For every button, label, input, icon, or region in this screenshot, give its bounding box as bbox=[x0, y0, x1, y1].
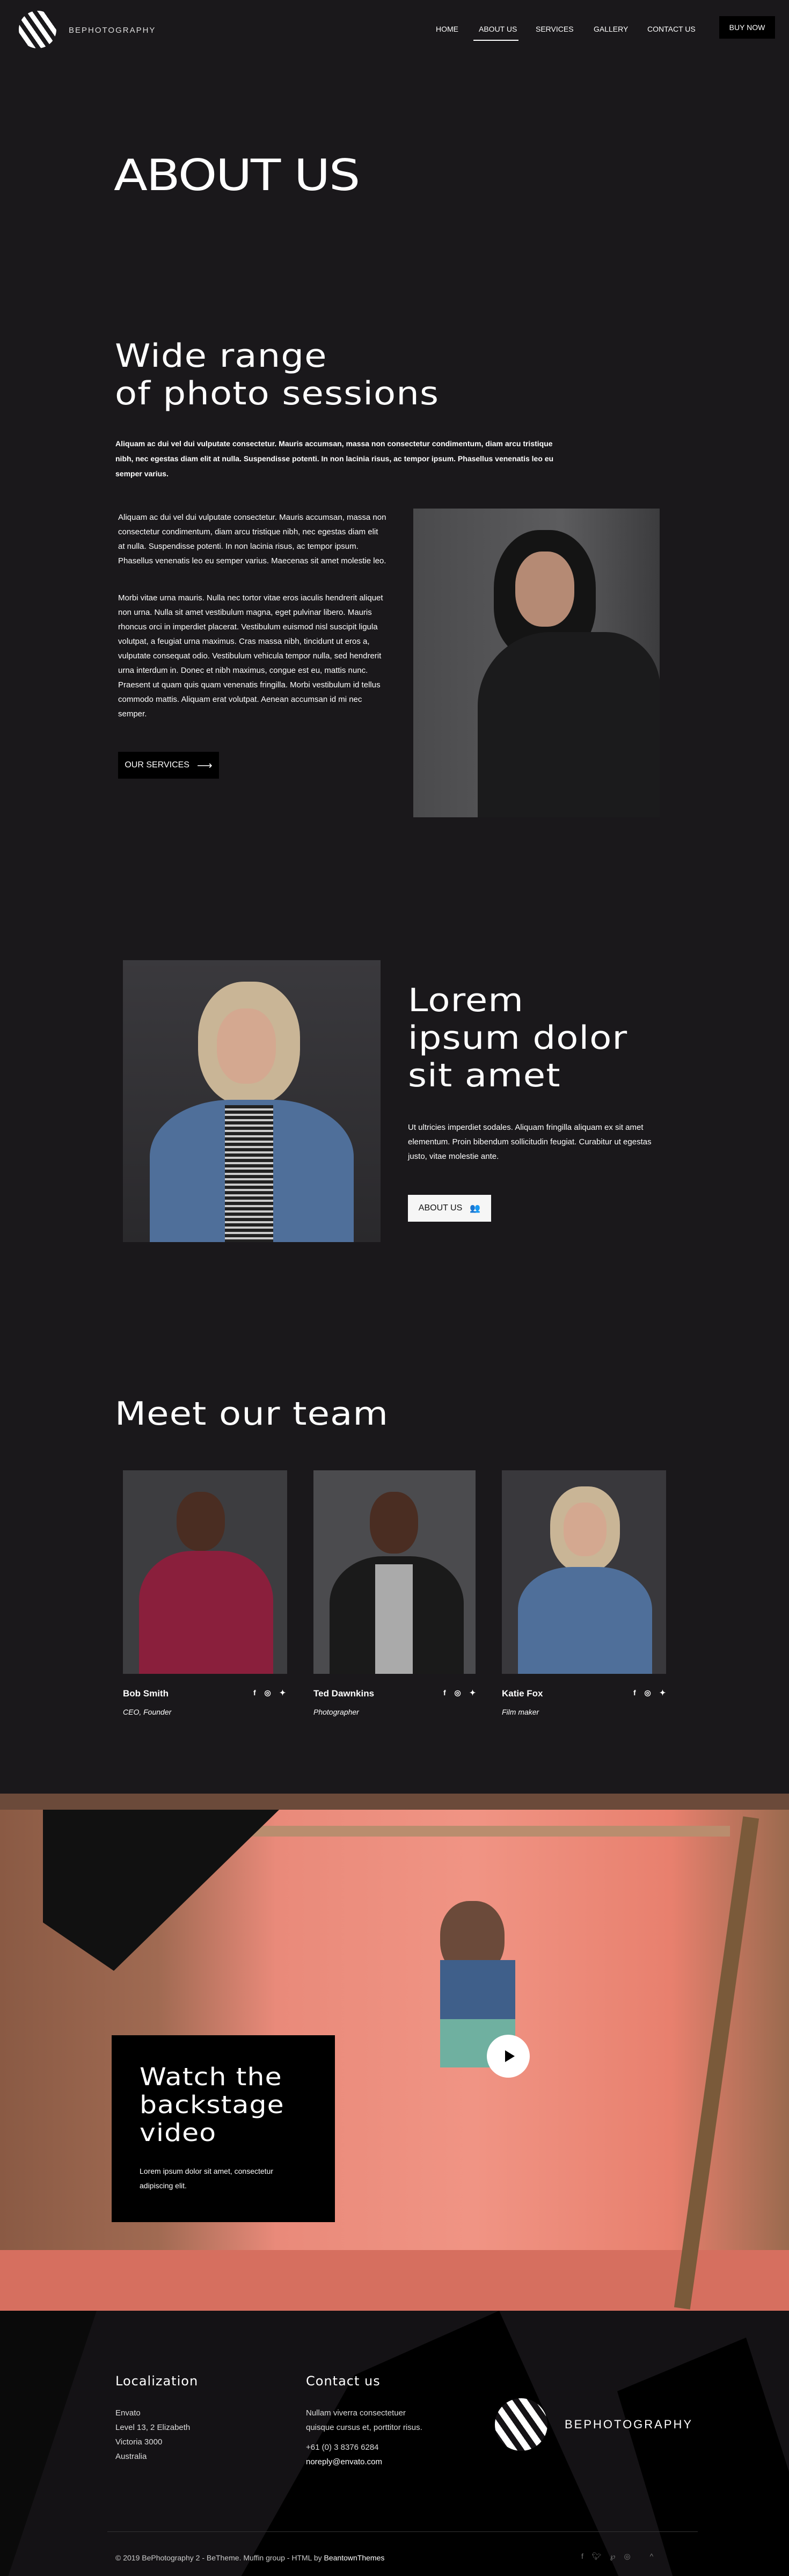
team-heading: Meet our team bbox=[115, 1395, 389, 1433]
intro-paragraph-2: Morbi vitae urna mauris. Nulla nec torto… bbox=[118, 593, 383, 719]
footer-logo-icon bbox=[495, 2398, 547, 2451]
nav-contact-us[interactable]: CONTACT US bbox=[647, 25, 696, 33]
twitter-icon[interactable]: 🐦︎ bbox=[592, 2552, 602, 2561]
team-member-role: Film maker bbox=[502, 1708, 539, 1716]
intro-heading-line: Wide range bbox=[115, 337, 327, 375]
team-member-name: Katie Fox bbox=[502, 1688, 543, 1699]
about-us-button[interactable]: ABOUT US 👥 bbox=[408, 1195, 491, 1222]
page-title: ABOUT US bbox=[114, 150, 360, 200]
our-services-button[interactable]: OUR SERVICES ⟶ bbox=[118, 752, 219, 779]
instagram-icon[interactable]: ◎ bbox=[624, 2552, 630, 2561]
address-line: Envato bbox=[115, 2408, 141, 2418]
contact-email[interactable]: noreply@envato.com bbox=[306, 2455, 422, 2469]
team-social-icons[interactable]: f ◎ ✦ bbox=[443, 1688, 479, 1697]
footer-divider bbox=[107, 2531, 698, 2532]
users-icon: 👥 bbox=[470, 1204, 481, 1213]
intro-lead: Aliquam ac dui vel dui vulputate consect… bbox=[115, 439, 554, 478]
nav-home[interactable]: HOME bbox=[436, 25, 458, 33]
team-member-name: Bob Smith bbox=[123, 1688, 169, 1699]
intro-heading: Wide range of photo sessions bbox=[115, 337, 439, 412]
buy-now-button[interactable]: BUY NOW bbox=[719, 16, 775, 39]
footer-brand: BEPHOTOGRAPHY bbox=[565, 2418, 693, 2431]
address-line: Level 13, 2 Elizabeth bbox=[115, 2423, 191, 2432]
header: BEPHOTOGRAPHY HOME ABOUT US SERVICES GAL… bbox=[0, 0, 789, 59]
team-member-role: CEO, Founder bbox=[123, 1708, 172, 1716]
lorem-heading-line: sit amet bbox=[408, 1057, 561, 1094]
video-heading: Watch the backstage video bbox=[140, 2063, 284, 2147]
intro-paragraph-1: Aliquam ac dui vel dui vulputate consect… bbox=[118, 513, 386, 565]
nav-about-us[interactable]: ABOUT US bbox=[479, 25, 517, 33]
video-heading-line: Watch the bbox=[140, 2063, 282, 2091]
team-social-icons[interactable]: f ◎ ✦ bbox=[253, 1688, 289, 1697]
team-member-role: Photographer bbox=[313, 1708, 359, 1716]
pinterest-icon[interactable]: ℘ bbox=[610, 2552, 616, 2561]
nav-gallery[interactable]: GALLERY bbox=[594, 25, 628, 33]
play-button[interactable] bbox=[487, 2035, 530, 2078]
contact-line: Nullam viverra consectetuer bbox=[306, 2408, 406, 2418]
team-member-name: Ted Dawnkins bbox=[313, 1688, 375, 1699]
active-nav-underline bbox=[473, 40, 518, 41]
footer-address: Envato Level 13, 2 Elizabeth Victoria 30… bbox=[115, 2406, 190, 2464]
address-line: Victoria 3000 bbox=[115, 2437, 163, 2447]
about-us-label: ABOUT US bbox=[418, 1203, 463, 1213]
arrow-right-icon: ⟶ bbox=[196, 759, 213, 772]
footer-localization-heading: Localization bbox=[115, 2374, 199, 2389]
portrait-photo-woman-sunglasses bbox=[413, 509, 660, 817]
copyright-text: © 2019 BePhotography 2 - BeTheme. Muffin… bbox=[115, 2553, 324, 2562]
portrait-photo-woman-denim bbox=[123, 960, 381, 1242]
lorem-heading-line: ipsum dolor bbox=[408, 1019, 628, 1057]
address-line: Australia bbox=[115, 2452, 147, 2461]
team-photo-ted bbox=[313, 1470, 476, 1674]
nav-services[interactable]: SERVICES bbox=[536, 25, 574, 33]
logo-icon[interactable] bbox=[19, 11, 56, 48]
copyright: © 2019 BePhotography 2 - BeTheme. Muffin… bbox=[115, 2553, 384, 2562]
beantown-link[interactable]: BeantownThemes bbox=[324, 2553, 385, 2562]
team-photo-katie bbox=[502, 1470, 666, 1674]
team-social-icons[interactable]: f ◎ ✦ bbox=[633, 1688, 669, 1697]
play-icon bbox=[505, 2050, 515, 2062]
team-photo-bob bbox=[123, 1470, 287, 1674]
contact-line: quisque cursus et, porttitor risus. bbox=[306, 2423, 422, 2432]
footer-contact-heading: Contact us bbox=[306, 2374, 381, 2389]
video-text: Lorem ipsum dolor sit amet, consectetur … bbox=[140, 2167, 273, 2190]
our-services-label: OUR SERVICES bbox=[125, 760, 189, 770]
footer-social: f 🐦︎ ℘ ◎ ^ bbox=[581, 2552, 653, 2561]
lorem-heading-line: Lorem bbox=[408, 982, 524, 1019]
video-heading-line: video bbox=[140, 2118, 217, 2147]
brand-name[interactable]: BEPHOTOGRAPHY bbox=[69, 26, 156, 35]
footer-contact: Nullam viverra consectetuer quisque curs… bbox=[306, 2406, 422, 2469]
back-to-top-icon[interactable]: ^ bbox=[650, 2552, 654, 2561]
intro-heading-line: of photo sessions bbox=[115, 375, 440, 412]
video-caption-box: Watch the backstage video Lorem ipsum do… bbox=[112, 2035, 335, 2222]
lorem-heading: Lorem ipsum dolor sit amet bbox=[408, 982, 627, 1094]
lorem-text: Ut ultricies imperdiet sodales. Aliquam … bbox=[408, 1123, 652, 1161]
video-heading-line: backstage bbox=[140, 2091, 284, 2119]
contact-phone: +61 (0) 3 8376 6284 bbox=[306, 2443, 379, 2452]
facebook-icon[interactable]: f bbox=[581, 2552, 583, 2561]
